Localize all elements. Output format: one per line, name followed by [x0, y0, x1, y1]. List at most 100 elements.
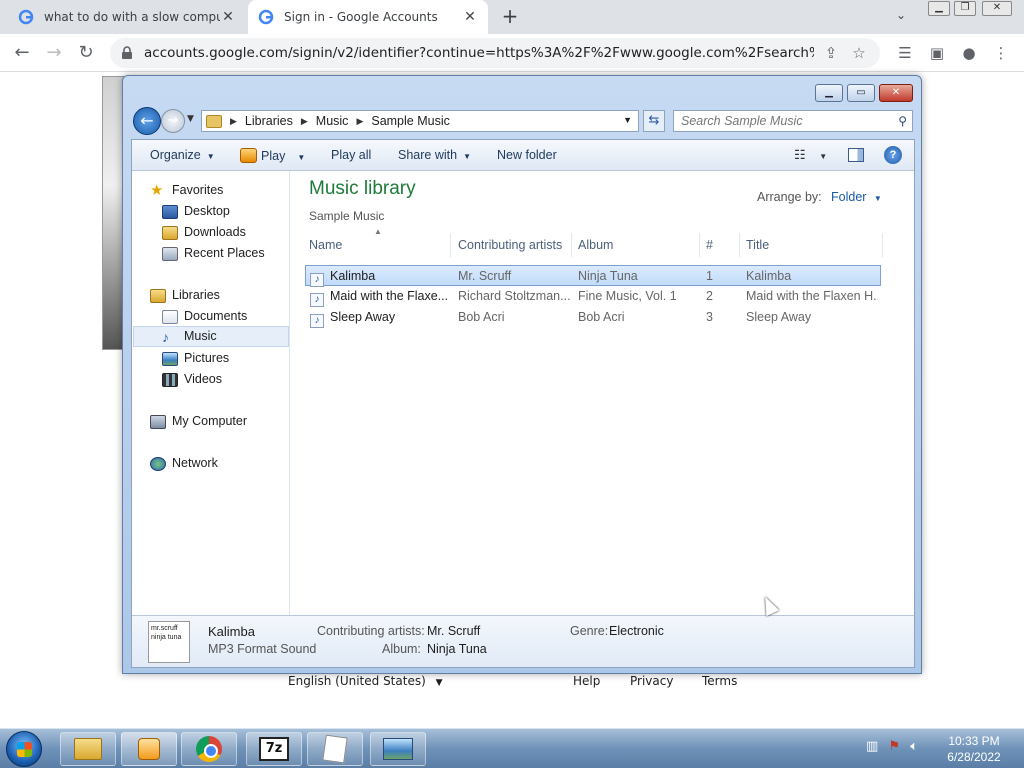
side-panel-icon[interactable]: ▣: [926, 42, 948, 64]
title-cell: Sleep Away: [746, 310, 812, 324]
column-header-title[interactable]: Title: [746, 238, 769, 252]
breadcrumb-music[interactable]: Music: [316, 114, 349, 128]
column-divider[interactable]: [571, 233, 572, 257]
share-with-button[interactable]: Share with ▼: [398, 148, 471, 162]
privacy-link[interactable]: Privacy: [630, 674, 673, 688]
nav-libraries[interactable]: Libraries: [150, 285, 220, 306]
breadcrumb-arrow-icon[interactable]: ▶: [301, 116, 308, 127]
column-divider[interactable]: [450, 233, 451, 257]
close-tab-icon[interactable]: ✕: [462, 9, 478, 25]
new-folder-button[interactable]: New folder: [497, 148, 557, 162]
taskbar-chrome-button[interactable]: [181, 732, 237, 766]
minimize-icon[interactable]: ▁: [815, 84, 843, 102]
column-divider[interactable]: [739, 233, 740, 257]
url-text: accounts.google.com/signin/v2/identifier…: [144, 45, 814, 61]
forward-arrow-icon[interactable]: →: [161, 109, 185, 133]
search-input[interactable]: Search Sample Music ⚲: [673, 110, 913, 132]
start-button[interactable]: [6, 731, 42, 767]
downloads-folder-icon: [162, 225, 178, 240]
back-arrow-icon[interactable]: ←: [10, 41, 34, 65]
details-album-value[interactable]: Ninja Tuna: [427, 642, 487, 656]
table-row[interactable]: ♪ Kalimba Mr. Scruff Ninja Tuna 1 Kalimba: [305, 265, 881, 287]
nav-favorites[interactable]: ★ Favorites: [150, 180, 223, 201]
column-header-number[interactable]: #: [706, 238, 713, 252]
chrome-icon: [196, 736, 222, 762]
close-window-icon[interactable]: ✕: [982, 1, 1012, 16]
taskbar-explorer-button[interactable]: [60, 732, 116, 766]
documents-icon: [162, 309, 178, 324]
taskbar: 7z ▥ ⚑ 🔈︎ 10:33 PM 6/28/2022: [0, 728, 1024, 768]
column-header-artists[interactable]: Contributing artists: [458, 238, 562, 252]
help-link[interactable]: Help: [573, 674, 600, 688]
arrange-by-dropdown[interactable]: Folder ▼: [831, 190, 882, 204]
taskbar-7zip-button[interactable]: 7z: [246, 732, 302, 766]
address-dropdown-icon[interactable]: ▼: [623, 115, 632, 125]
back-arrow-icon[interactable]: ←: [133, 107, 161, 135]
network-tray-icon[interactable]: ▥: [866, 739, 878, 754]
action-center-flag-icon[interactable]: ⚑: [888, 739, 900, 754]
breadcrumb-arrow-icon[interactable]: ▶: [356, 116, 363, 127]
minimize-icon[interactable]: ▁: [928, 1, 950, 16]
terms-link[interactable]: Terms: [702, 674, 737, 688]
details-artists-value[interactable]: Mr. Scruff: [427, 624, 480, 638]
nav-documents[interactable]: Documents: [162, 306, 247, 327]
column-divider[interactable]: [882, 233, 883, 257]
reading-list-icon[interactable]: ☰: [894, 42, 916, 64]
nav-music[interactable]: ♪ Music: [133, 326, 289, 347]
address-row: ← → ▼ ▶ Libraries ▶ Music ▶ Sample Music…: [131, 106, 915, 136]
new-tab-button[interactable]: +: [498, 4, 522, 28]
help-icon[interactable]: ?: [884, 146, 902, 164]
play-button[interactable]: Play ▼: [240, 148, 305, 163]
tab-slow-computer[interactable]: what to do with a slow computer ✕: [8, 0, 246, 34]
forward-arrow-icon[interactable]: →: [42, 41, 66, 65]
details-file-name: Kalimba: [208, 624, 255, 639]
recent-pages-dropdown-icon[interactable]: ▼: [187, 114, 194, 124]
preview-pane-icon[interactable]: [848, 148, 864, 162]
close-tab-icon[interactable]: ✕: [220, 9, 236, 25]
column-header-name[interactable]: Name: [309, 238, 342, 252]
maximize-icon[interactable]: ▭: [847, 84, 875, 102]
nav-my-computer[interactable]: My Computer: [150, 411, 247, 432]
nav-videos[interactable]: Videos: [162, 369, 222, 390]
clock[interactable]: 10:33 PM 6/28/2022: [942, 733, 1006, 765]
breadcrumb[interactable]: ▶ Libraries ▶ Music ▶ Sample Music ▼: [201, 110, 639, 132]
audio-file-icon: ♪: [310, 273, 324, 287]
share-icon[interactable]: ⇪: [820, 44, 842, 62]
table-row[interactable]: ♪ Sleep Away Bob Acri Bob Acri 3 Sleep Aw…: [305, 307, 881, 328]
volume-icon[interactable]: 🔈︎: [910, 739, 918, 754]
name-cell: ♪ Kalimba: [310, 266, 455, 287]
tab-search-chevron-icon[interactable]: ⌄: [896, 8, 906, 22]
refresh-icon[interactable]: ⇆: [643, 110, 665, 132]
table-row[interactable]: ♪ Maid with the Flaxe... Richard Stoltzma…: [305, 286, 881, 307]
address-bar[interactable]: accounts.google.com/signin/v2/identifier…: [110, 38, 880, 68]
taskbar-media-player-button[interactable]: [121, 732, 177, 766]
change-view-icon[interactable]: ☷ ▼: [794, 147, 827, 163]
breadcrumb-libraries[interactable]: Libraries: [245, 114, 293, 128]
restore-icon[interactable]: ❐: [954, 1, 976, 16]
profile-avatar-icon[interactable]: ●: [958, 42, 980, 64]
nav-recent-places[interactable]: Recent Places: [162, 243, 265, 264]
column-header-album[interactable]: Album: [578, 238, 613, 252]
search-icon[interactable]: ⚲: [898, 111, 907, 131]
breadcrumb-arrow-icon[interactable]: ▶: [230, 116, 237, 127]
taskbar-photo-viewer-button[interactable]: [370, 732, 426, 766]
taskbar-wordpad-button[interactable]: [307, 732, 363, 766]
close-icon[interactable]: ✕: [879, 84, 913, 102]
details-genre-value[interactable]: Electronic: [609, 624, 664, 638]
play-all-button[interactable]: Play all: [331, 148, 371, 162]
nav-downloads[interactable]: Downloads: [162, 222, 246, 243]
reload-icon[interactable]: ↻: [74, 41, 98, 65]
language-select[interactable]: English (United States) ▼: [288, 674, 443, 688]
number-cell: 1: [706, 269, 713, 283]
nav-pictures[interactable]: Pictures: [162, 348, 229, 369]
breadcrumb-sample-music[interactable]: Sample Music: [371, 114, 450, 128]
organize-button[interactable]: Organize ▼: [150, 148, 215, 162]
nav-network[interactable]: Network: [150, 453, 218, 474]
videos-icon: [162, 372, 178, 387]
nav-label: Pictures: [184, 351, 230, 365]
nav-desktop[interactable]: Desktop: [162, 201, 230, 222]
tab-google-signin[interactable]: Sign in - Google Accounts ✕: [248, 0, 488, 34]
column-divider[interactable]: [699, 233, 700, 257]
kebab-menu-icon[interactable]: ⋮: [990, 42, 1012, 64]
bookmark-star-icon[interactable]: ☆: [848, 44, 870, 62]
